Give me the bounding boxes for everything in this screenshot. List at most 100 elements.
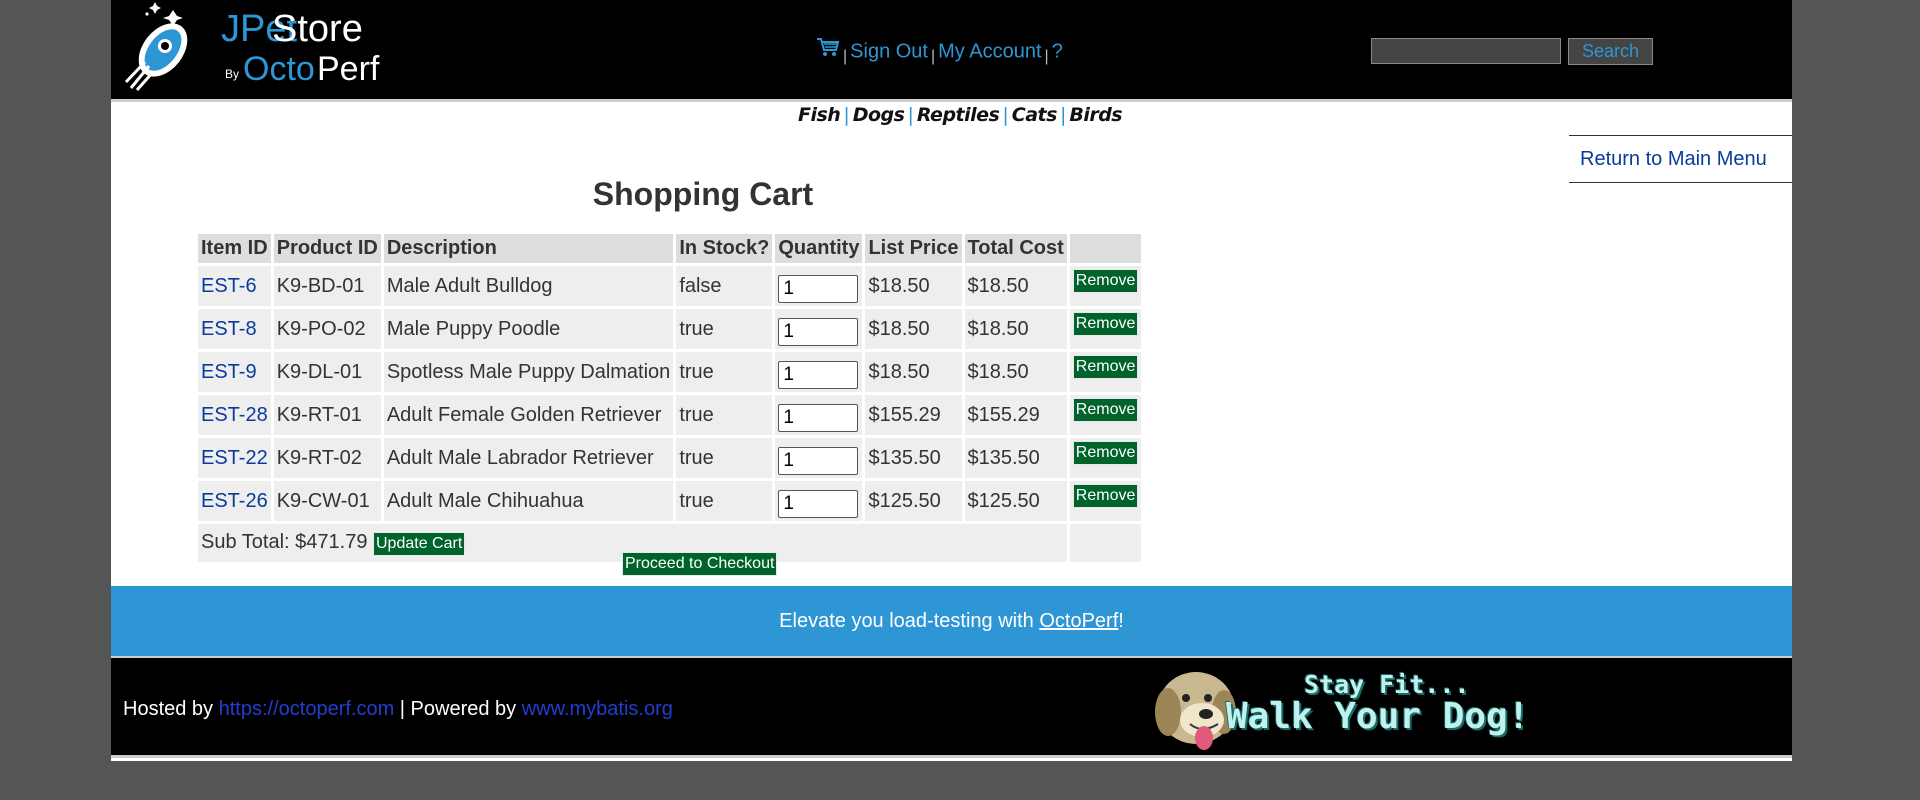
stay-fit-text: Stay Fit... (1304, 670, 1470, 699)
item-id-link[interactable]: EST-26 (201, 490, 268, 512)
quantity-input[interactable] (778, 317, 859, 346)
quantity-cell (775, 352, 863, 392)
banner-text: Elevate you load-testing with (779, 610, 1040, 632)
total-cost-cell: $155.29 (964, 395, 1067, 435)
description-cell: Adult Male Chihuahua (383, 481, 674, 521)
column-header: In Stock? (676, 234, 773, 263)
remove-button[interactable]: Remove (1072, 355, 1139, 379)
table-row: EST-22 K9-RT-02 Adult Male Labrador Retr… (198, 438, 1142, 478)
page-title: Shopping Cart (592, 176, 814, 212)
remove-button[interactable]: Remove (1072, 484, 1139, 508)
remove-button[interactable]: Remove (1072, 312, 1139, 336)
quantity-cell (775, 309, 863, 349)
remove-button[interactable]: Remove (1072, 441, 1139, 465)
remove-cell: Remove (1069, 395, 1142, 435)
quantity-input[interactable] (778, 274, 859, 303)
total-cost-cell: $125.50 (964, 481, 1067, 521)
product-id-cell: K9-DL-01 (273, 352, 381, 392)
menu-separator: | (930, 48, 936, 66)
in-stock-cell: true (676, 352, 773, 392)
my-account-link[interactable]: My Account (938, 40, 1041, 62)
table-row: EST-28 K9-RT-01 Adult Female Golden Retr… (198, 395, 1142, 435)
table-row: EST-8 K9-PO-02 Male Puppy Poodle true $1… (198, 309, 1142, 349)
quantity-input[interactable] (778, 403, 859, 432)
powered-by-text: | Powered by (394, 698, 522, 720)
search-button[interactable]: Search (1568, 38, 1653, 65)
jpetstore-logo[interactable]: JPet Store By Octo Perf (123, 2, 393, 92)
description-cell: Adult Female Golden Retriever (383, 395, 674, 435)
sign-out-link[interactable]: Sign Out (850, 40, 928, 62)
category-quicklinks: Fish | Dogs | Reptiles | Cats | Birds (798, 104, 1123, 126)
item-id-cell: EST-26 (198, 481, 271, 521)
column-header: Quantity (775, 234, 863, 263)
in-stock-cell: true (676, 395, 773, 435)
page: JPet Store By Octo Perf | Sign Out | My Acc… (111, 0, 1792, 761)
footer-credits: Hosted by https://octoperf.com | Powered… (123, 698, 673, 721)
total-cost-cell: $18.50 (964, 266, 1067, 306)
menu-separator: | (1044, 48, 1049, 66)
cart-header-row: Item ID Product ID Description In Stock?… (198, 234, 1142, 263)
octoperf-link[interactable]: OctoPerf (1039, 610, 1118, 632)
quicklink-separator: | (1002, 104, 1009, 126)
cart-table: Item ID Product ID Description In Stock?… (195, 231, 1144, 565)
help-link[interactable]: ? (1052, 40, 1063, 62)
item-id-cell: EST-6 (198, 266, 271, 306)
quicklink-separator: | (907, 104, 914, 126)
column-header: Total Cost (964, 234, 1067, 263)
quicklink-cats[interactable]: Cats (1012, 104, 1058, 126)
logo-store-text: Store (272, 8, 363, 50)
product-id-cell: K9-RT-02 (273, 438, 381, 478)
quicklink-fish[interactable]: Fish (798, 104, 841, 126)
product-id-cell: K9-PO-02 (273, 309, 381, 349)
remove-button[interactable]: Remove (1072, 269, 1139, 293)
item-id-link[interactable]: EST-8 (201, 318, 257, 340)
quantity-input[interactable] (778, 360, 859, 389)
quantity-cell (775, 266, 863, 306)
quicklink-birds[interactable]: Birds (1069, 104, 1122, 126)
update-cart-button[interactable]: Update Cart (373, 531, 466, 556)
table-row: EST-6 K9-BD-01 Male Adult Bulldog false … (198, 266, 1142, 306)
total-cost-cell: $18.50 (964, 309, 1067, 349)
octoperf-site-link[interactable]: https://octoperf.com (219, 698, 395, 720)
product-id-cell: K9-CW-01 (273, 481, 381, 521)
return-to-main-menu-link[interactable]: Return to Main Menu (1569, 135, 1792, 183)
description-cell: Male Puppy Poodle (383, 309, 674, 349)
quantity-cell (775, 438, 863, 478)
remove-cell: Remove (1069, 352, 1142, 392)
remove-cell: Remove (1069, 438, 1142, 478)
quicklink-reptiles[interactable]: Reptiles (917, 104, 1000, 126)
item-id-link[interactable]: EST-9 (201, 361, 257, 383)
item-id-cell: EST-22 (198, 438, 271, 478)
quantity-input[interactable] (778, 489, 859, 518)
description-cell: Adult Male Labrador Retriever (383, 438, 674, 478)
remove-cell: Remove (1069, 481, 1142, 521)
quicklink-dogs[interactable]: Dogs (853, 104, 905, 126)
quantity-input[interactable] (778, 446, 859, 475)
item-id-link[interactable]: EST-22 (201, 447, 268, 469)
footer: Hosted by https://octoperf.com | Powered… (111, 656, 1792, 758)
promo-banner: Elevate you load-testing with OctoPerf! (111, 586, 1792, 656)
account-menu: | Sign Out | My Account |? (816, 37, 1063, 66)
list-price-cell: $135.50 (865, 438, 962, 478)
hosted-by-text: Hosted by (123, 698, 219, 720)
item-id-link[interactable]: EST-28 (201, 404, 268, 426)
column-header: Item ID (198, 234, 271, 263)
item-id-link[interactable]: EST-6 (201, 275, 257, 297)
item-id-cell: EST-28 (198, 395, 271, 435)
column-header: Product ID (273, 234, 381, 263)
description-cell: Spotless Male Puppy Dalmation (383, 352, 674, 392)
quicklink-separator: | (843, 104, 850, 126)
item-id-cell: EST-9 (198, 352, 271, 392)
search-input[interactable] (1371, 38, 1561, 64)
remove-button[interactable]: Remove (1072, 398, 1139, 422)
mybatis-link[interactable]: www.mybatis.org (522, 698, 673, 720)
menu-separator: | (843, 48, 848, 66)
cart-icon[interactable] (816, 37, 840, 63)
column-header: List Price (865, 234, 962, 263)
proceed-to-checkout-button[interactable]: Proceed to Checkout (622, 552, 778, 576)
in-stock-cell: true (676, 481, 773, 521)
empty-cell (1069, 524, 1142, 562)
column-header (1069, 234, 1142, 263)
list-price-cell: $18.50 (865, 266, 962, 306)
product-id-cell: K9-BD-01 (273, 266, 381, 306)
